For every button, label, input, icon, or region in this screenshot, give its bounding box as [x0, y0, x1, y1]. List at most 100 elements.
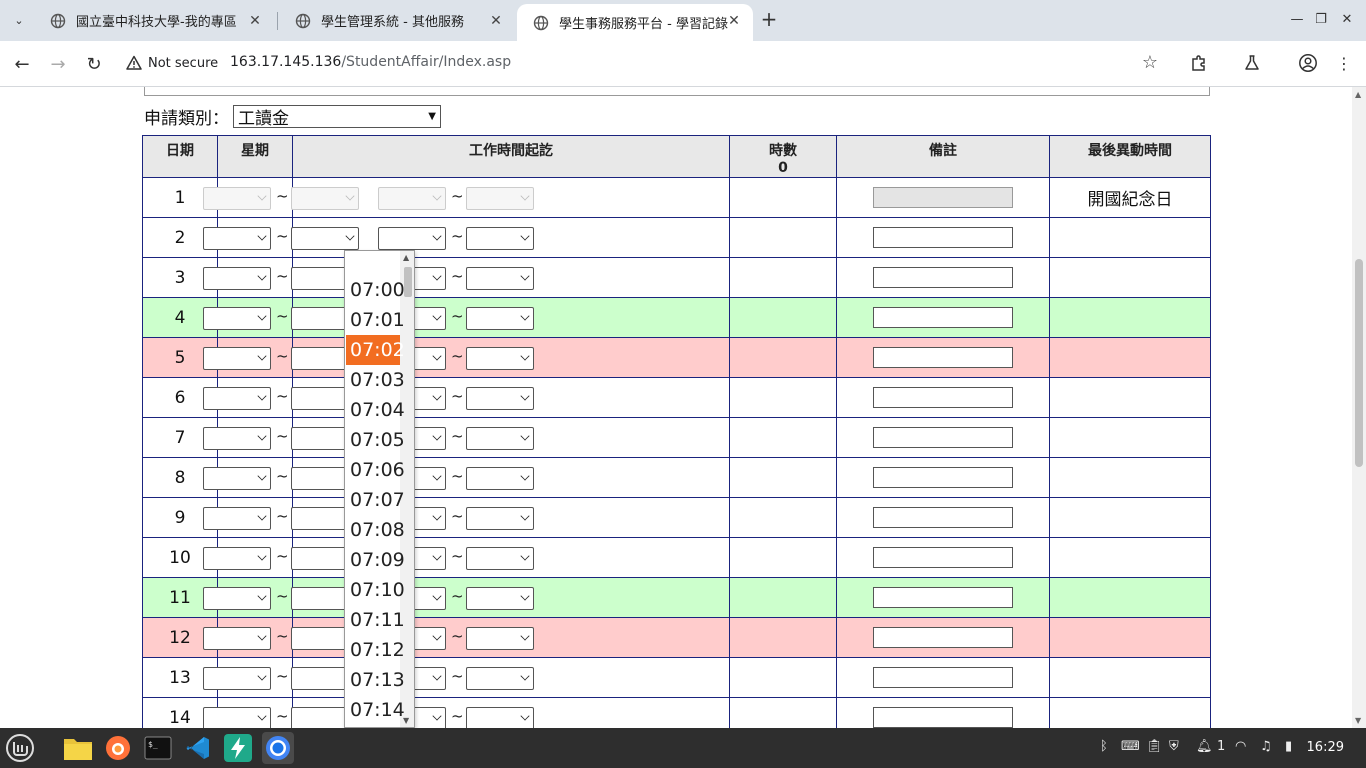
forward-button[interactable]: →	[43, 49, 73, 79]
bookmark-star-icon[interactable]: ☆	[1142, 52, 1158, 73]
start-time-select[interactable]	[203, 307, 271, 330]
start-time-select[interactable]	[203, 387, 271, 410]
end-time-select-2[interactable]	[466, 547, 534, 570]
end-time-select-2[interactable]	[466, 267, 534, 290]
time-option[interactable]: 07:11	[346, 605, 405, 635]
shield-icon[interactable]: ⛨	[1169, 739, 1179, 754]
back-button[interactable]: ←	[7, 49, 37, 79]
note-input[interactable]	[873, 507, 1013, 528]
note-input[interactable]	[873, 667, 1013, 688]
end-time-select-2[interactable]	[466, 387, 534, 410]
start-time-select[interactable]	[203, 507, 271, 530]
clipboard-icon[interactable]: 📋︎	[1146, 739, 1163, 754]
end-time-select[interactable]	[291, 187, 359, 210]
profile-button[interactable]	[1296, 51, 1320, 75]
minimize-icon[interactable]: —	[1287, 10, 1307, 30]
note-input[interactable]	[873, 307, 1013, 328]
end-time-select-2[interactable]	[466, 507, 534, 530]
close-icon[interactable]: ✕	[487, 12, 505, 30]
start-time-select[interactable]	[203, 227, 271, 250]
bolt-app[interactable]	[222, 732, 254, 764]
close-window-icon[interactable]: ✕	[1337, 10, 1357, 30]
note-input[interactable]	[873, 347, 1013, 368]
end-time-select-2[interactable]	[466, 227, 534, 250]
scroll-up-icon[interactable]: ▲	[1355, 90, 1361, 99]
note-input[interactable]	[873, 387, 1013, 408]
category-select[interactable]: 工讀金 ▼	[233, 105, 441, 129]
time-option[interactable]: 07:01	[346, 305, 405, 335]
end-time-select-2[interactable]	[466, 587, 534, 610]
note-input[interactable]	[873, 227, 1013, 248]
page-scrollbar[interactable]: ▲ ▼	[1352, 87, 1366, 728]
start-time-select[interactable]	[203, 707, 271, 728]
extensions-button[interactable]	[1187, 51, 1211, 75]
close-icon[interactable]: ✕	[725, 12, 743, 30]
note-input[interactable]	[873, 627, 1013, 648]
vscode-app[interactable]	[182, 732, 214, 764]
page-scroll-thumb[interactable]	[1355, 259, 1363, 467]
labs-button[interactable]	[1240, 51, 1264, 75]
time-option[interactable]: 07:14	[346, 695, 405, 725]
new-tab-icon[interactable]: +	[757, 8, 781, 32]
notification-icon[interactable]: 🔔︎	[1196, 739, 1213, 754]
scroll-up-icon[interactable]: ▲	[403, 253, 409, 262]
restore-icon[interactable]: ❐	[1311, 10, 1331, 30]
tab-student-affairs[interactable]: 學生事務服務平台 - 學習記錄 ✕	[517, 4, 753, 41]
time-option[interactable]: 07:09	[346, 545, 405, 575]
start-time-select[interactable]	[203, 547, 271, 570]
end-time-select-2[interactable]	[466, 427, 534, 450]
keyboard-icon[interactable]: ⌨	[1121, 739, 1140, 754]
note-input[interactable]	[873, 267, 1013, 288]
terminal-app[interactable]: $_	[142, 732, 174, 764]
note-input[interactable]	[873, 467, 1013, 488]
end-time-select-2[interactable]	[466, 307, 534, 330]
tab-ntcust-my-area[interactable]: 國立臺中科技大學-我的專區 ✕	[34, 4, 274, 37]
tab-student-management[interactable]: 學生管理系統 - 其他服務 ✕	[279, 4, 515, 37]
close-icon[interactable]: ✕	[246, 12, 264, 30]
time-option[interactable]: 07:07	[346, 485, 405, 515]
scroll-down-icon[interactable]: ▼	[1355, 716, 1361, 725]
time-option[interactable]: 07:12	[346, 635, 405, 665]
tab-search-button[interactable]: ⌄	[6, 7, 32, 33]
files-app[interactable]	[62, 732, 94, 764]
end-time-select-2[interactable]	[466, 707, 534, 728]
menu-button[interactable]: ⋮	[1332, 51, 1356, 75]
end-time-select[interactable]	[291, 227, 359, 250]
end-time-select-2[interactable]	[466, 467, 534, 490]
music-icon[interactable]: ♫	[1260, 739, 1272, 754]
wifi-icon[interactable]: ◠	[1235, 739, 1246, 754]
end-time-select-2[interactable]	[466, 347, 534, 370]
start-time-select[interactable]	[203, 667, 271, 690]
start-time-select[interactable]	[203, 427, 271, 450]
bluetooth-icon[interactable]: ᛒ	[1100, 739, 1108, 754]
start-time-select-2[interactable]	[378, 187, 446, 210]
start-time-select[interactable]	[203, 347, 271, 370]
time-option[interactable]: 07:10	[346, 575, 405, 605]
time-option[interactable]: 07:04	[346, 395, 405, 425]
start-time-select[interactable]	[203, 187, 271, 210]
dropdown-scroll-thumb[interactable]	[404, 267, 412, 297]
note-input[interactable]	[873, 547, 1013, 568]
time-option[interactable]: 07:05	[346, 425, 405, 455]
end-time-select-2[interactable]	[466, 627, 534, 650]
chrome-app[interactable]	[262, 732, 294, 764]
start-time-select[interactable]	[203, 627, 271, 650]
time-option[interactable]: 07:03	[346, 365, 405, 395]
start-time-select-2[interactable]	[378, 227, 446, 250]
end-time-select-2[interactable]	[466, 187, 534, 210]
time-option[interactable]: 07:06	[346, 455, 405, 485]
note-input[interactable]	[873, 587, 1013, 608]
end-time-select-2[interactable]	[466, 667, 534, 690]
address-bar[interactable]: Not secure 163.17.145.136/StudentAffair/…	[118, 46, 1170, 80]
start-time-select[interactable]	[203, 267, 271, 290]
time-option[interactable]: 07:13	[346, 665, 405, 695]
time-option[interactable]: 07:02	[346, 335, 405, 365]
start-time-select[interactable]	[203, 587, 271, 610]
url-text[interactable]: 163.17.145.136/StudentAffair/Index.asp	[230, 54, 511, 70]
security-chip[interactable]: Not secure	[126, 51, 218, 75]
reload-button[interactable]: ↻	[79, 49, 109, 79]
time-dropdown-popup[interactable]: ▲ ▼ 07:00 07:01 07:02 07:03 07:04 07:05 07:06 0…	[344, 250, 415, 728]
start-menu-button[interactable]	[4, 732, 36, 764]
note-input[interactable]	[873, 707, 1013, 728]
start-time-select[interactable]	[203, 467, 271, 490]
